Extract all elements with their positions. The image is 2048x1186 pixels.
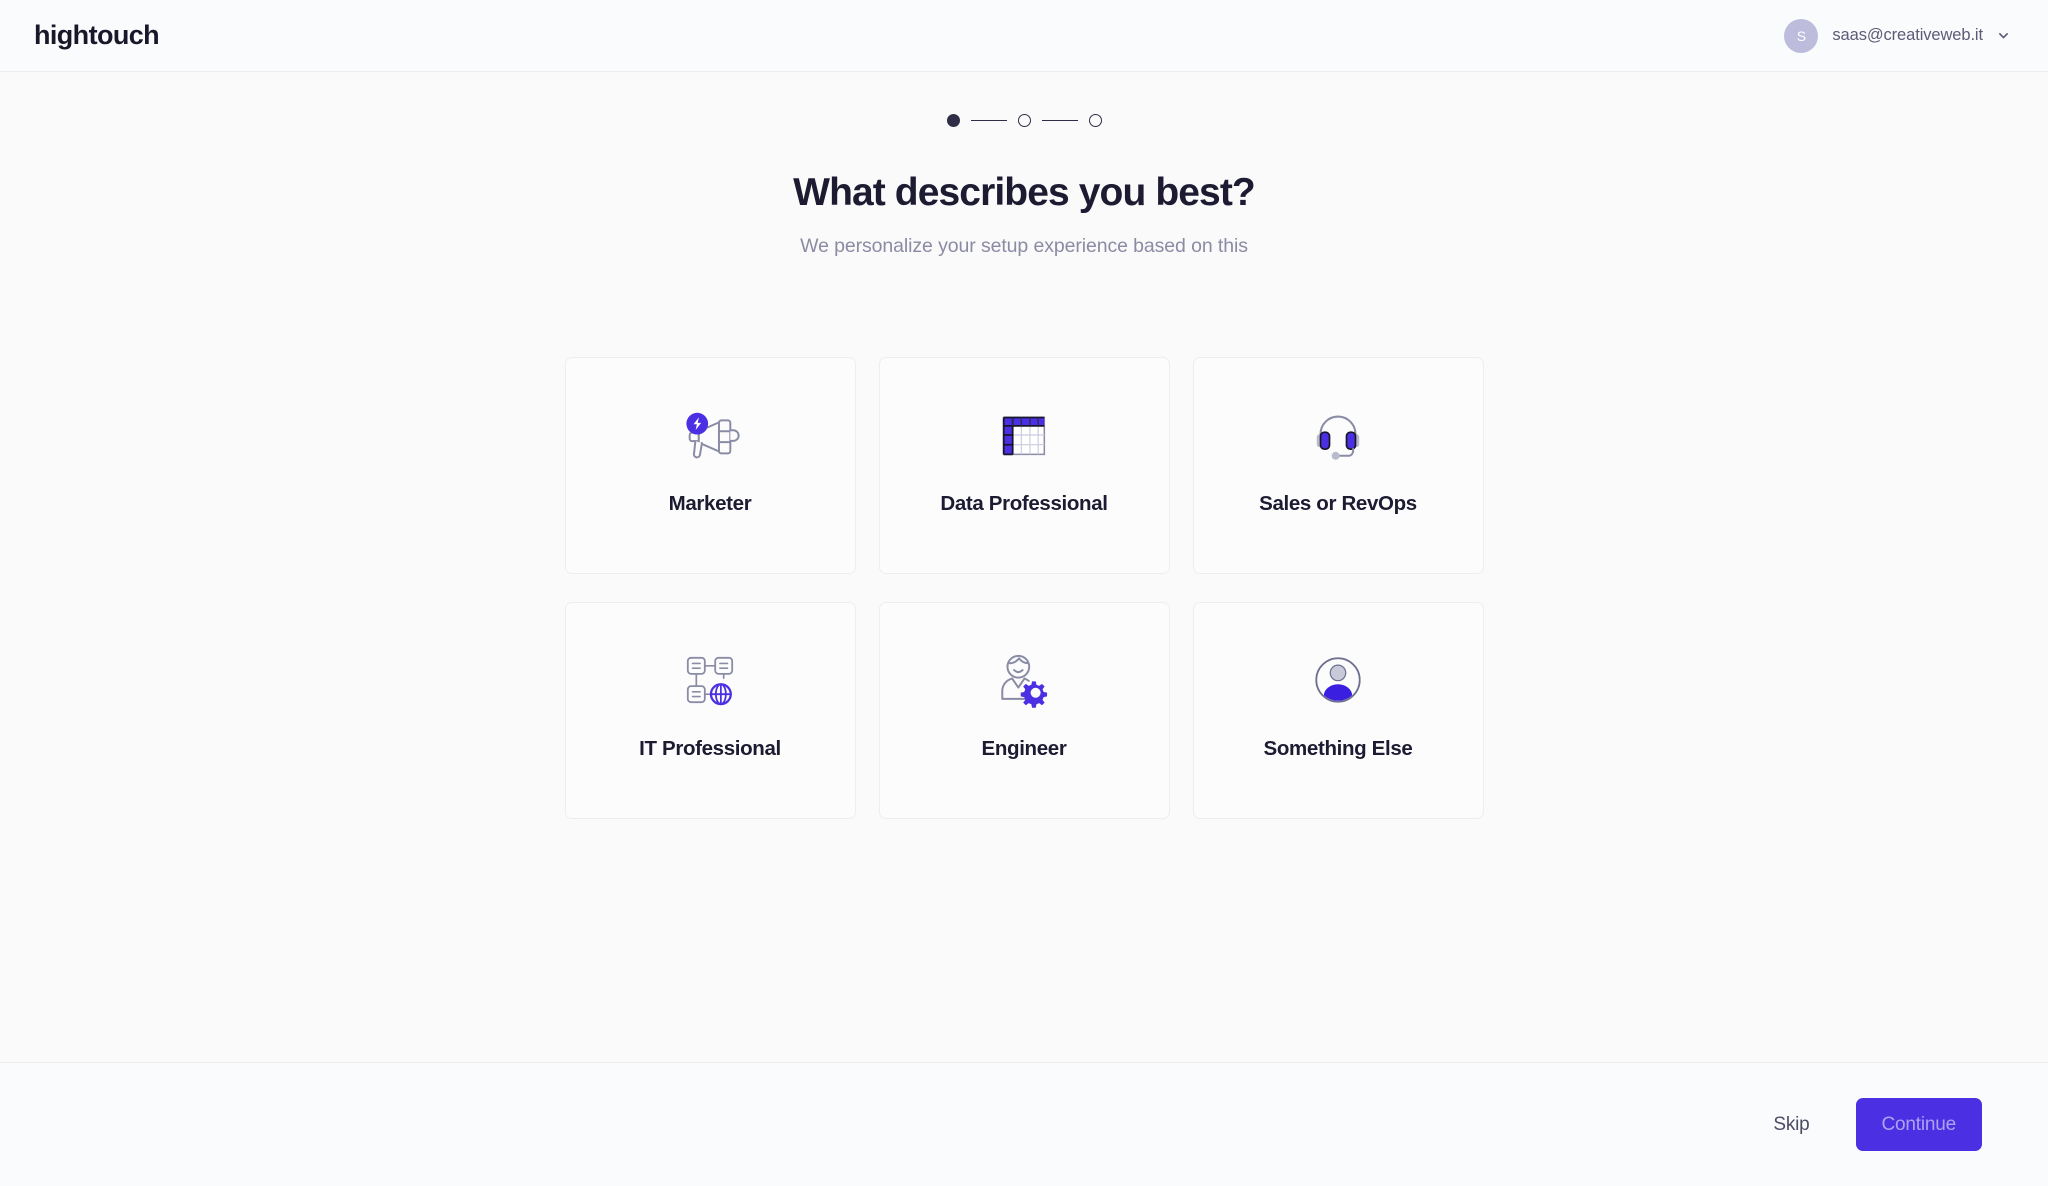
step-connector-2 [1041,119,1078,122]
network-globe-icon [674,644,746,716]
chevron-down-icon [1997,29,2010,42]
page-footer: Skip Continue [0,1062,2048,1186]
page-subtitle: We personalize your setup experience bas… [800,235,1248,257]
option-card-sales-revops[interactable]: Sales or RevOps [1192,357,1484,574]
option-card-engineer[interactable]: Engineer [878,602,1170,819]
option-label: Sales or RevOps [1259,492,1417,515]
headset-icon [1302,399,1374,471]
option-label: IT Professional [639,737,781,760]
continue-button[interactable]: Continue [1855,1098,1982,1151]
user-email-label: saas@creativeweb.it [1832,26,1983,44]
table-grid-icon [988,399,1060,471]
step-dot-3 [1088,114,1102,127]
step-connector-1 [970,119,1007,122]
megaphone-bolt-icon [674,399,746,471]
option-card-marketer[interactable]: Marketer [564,357,856,574]
option-card-data-professional[interactable]: Data Professional [878,357,1170,574]
option-label: Marketer [668,492,752,515]
option-label: Engineer [981,737,1067,760]
step-dot-1 [946,114,960,127]
persona-options-grid: Marketer Data Professional Sales or RevO… [564,357,1484,819]
step-dot-2 [1017,114,1031,127]
option-card-something-else[interactable]: Something Else [1192,602,1484,819]
option-card-it-professional[interactable]: IT Professional [564,602,856,819]
option-label: Something Else [1263,737,1413,760]
person-gear-icon [988,644,1060,716]
skip-button[interactable]: Skip [1759,1102,1823,1148]
onboarding-page: hightouch S saas@creativeweb.it What des… [0,0,2048,1186]
step-indicator [946,114,1102,127]
main-content: What describes you best? We personalize … [0,72,2048,1062]
avatar: S [1784,18,1819,53]
page-title: What describes you best? [793,171,1256,214]
app-header: hightouch S saas@creativeweb.it [0,0,2048,72]
user-avatar-icon [1302,644,1374,716]
option-label: Data Professional [940,492,1108,515]
brand-logo: hightouch [34,20,160,50]
user-menu[interactable]: S saas@creativeweb.it [1778,13,2018,59]
